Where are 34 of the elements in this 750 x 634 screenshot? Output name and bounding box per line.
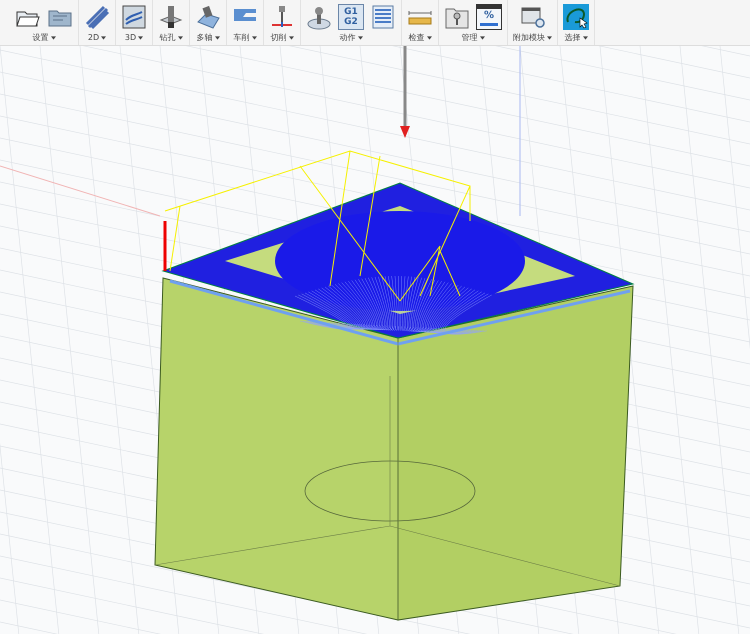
- caret-icon: [101, 36, 106, 40]
- gcode-icon[interactable]: G1 G2: [338, 4, 364, 30]
- caret-icon: [480, 36, 484, 40]
- diagonal-stripes-icon[interactable]: [84, 4, 110, 30]
- toolbar-menu-button[interactable]: 设置: [32, 32, 56, 44]
- percent-window-icon[interactable]: %: [476, 4, 502, 30]
- toolbar-menu-button[interactable]: 钻孔: [160, 32, 182, 44]
- multiaxis-icon[interactable]: [195, 4, 221, 30]
- caret-icon: [288, 36, 294, 40]
- toolbar-menu-button[interactable]: 多轴: [196, 32, 220, 44]
- joystick-icon[interactable]: [306, 4, 332, 30]
- toolbar-menu-button[interactable]: 管理: [462, 32, 484, 44]
- table-sheet-icon[interactable]: [370, 4, 396, 30]
- toolbar-menu-button[interactable]: 附加模块: [513, 32, 552, 44]
- toolbar-menu-button[interactable]: 选择: [564, 32, 588, 44]
- caret-icon: [138, 36, 144, 40]
- caret-icon: [426, 36, 432, 40]
- toolbar-menu-button[interactable]: 2D: [88, 32, 106, 44]
- toolbar-menu-button[interactable]: 车削: [234, 32, 256, 44]
- caret-icon: [214, 36, 220, 40]
- toolbar-menu-button[interactable]: 3D: [124, 32, 144, 44]
- drill-icon[interactable]: [158, 4, 184, 30]
- cutter-icon[interactable]: [269, 4, 295, 30]
- caret-icon: [178, 36, 182, 40]
- caret-icon: [50, 36, 56, 40]
- toolbar-menu-button[interactable]: 动作: [340, 32, 362, 44]
- surface-icon[interactable]: [121, 4, 147, 30]
- toolbar-menu-button[interactable]: 检查: [408, 32, 432, 44]
- caret-icon: [547, 36, 552, 40]
- toolbar-menu-button[interactable]: 切削: [270, 32, 294, 44]
- caret-icon: [358, 36, 362, 40]
- caret-icon: [252, 36, 256, 40]
- caret-icon: [582, 36, 588, 40]
- lasso-cursor-icon[interactable]: [563, 4, 589, 30]
